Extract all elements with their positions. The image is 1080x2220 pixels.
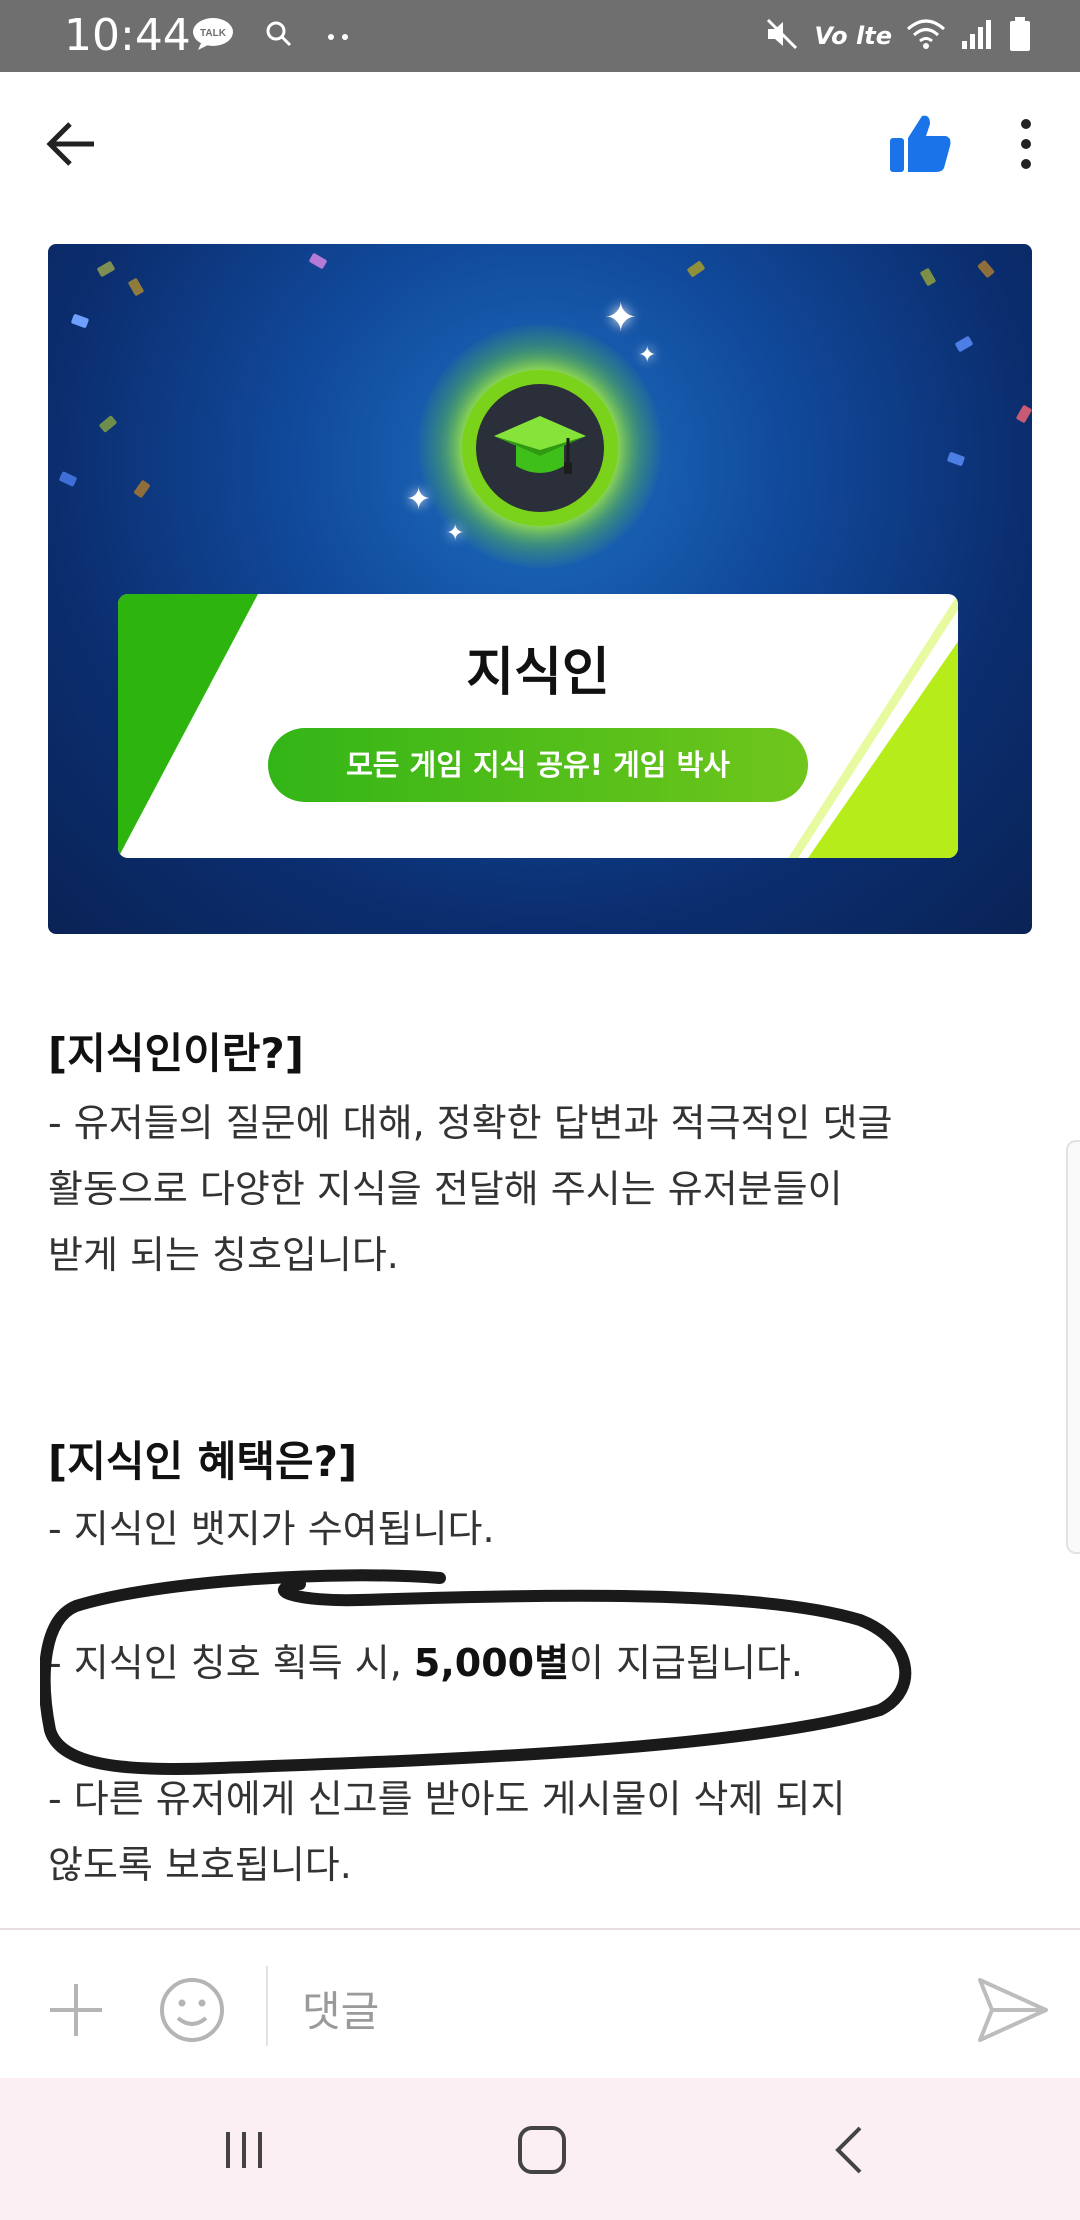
banner-subtitle: 모든 게임 지식 공유! 게임 박사 [268, 728, 808, 802]
system-back-button[interactable] [822, 2122, 878, 2178]
status-time: 10:44 [64, 10, 191, 61]
battery-icon [1008, 16, 1032, 56]
thumbs-up-icon [890, 115, 951, 172]
more-vertical-icon [1021, 119, 1031, 169]
send-icon [978, 1978, 1048, 2042]
wifi-icon [906, 17, 946, 55]
body-line: 받게 되는 칭호입니다. [48, 1233, 399, 1277]
back-icon [835, 2126, 862, 2174]
comment-input[interactable] [300, 1970, 944, 2052]
body-line: - 유저들의 질문에 대해, 정확한 답변과 적극적인 댓글 [48, 1101, 893, 1145]
section-heading: [지식인 혜택은?] [48, 1437, 358, 1486]
mute-icon [764, 16, 800, 56]
graduation-cap-icon [488, 394, 592, 498]
svg-text:TALK: TALK [200, 28, 227, 39]
notification-icons: TALK [192, 16, 354, 56]
more-options-button[interactable] [1004, 112, 1048, 176]
more-dots-icon [324, 27, 354, 46]
section-heading: [지식인이란?] [48, 1029, 304, 1078]
app-bar [0, 72, 1080, 216]
kakaotalk-icon: TALK [192, 17, 234, 55]
side-scroll-handle[interactable] [1066, 1140, 1080, 1554]
body-line: 활동으로 다양한 지식을 전달해 주시는 유저분들이 [48, 1167, 843, 1211]
banner-title: 지식인 [466, 643, 610, 703]
section-body: - 유저들의 질문에 대해, 정확한 답변과 적극적인 댓글 활동으로 다양한 … [48, 1090, 1008, 1288]
system-nav-bar [0, 2078, 1080, 2220]
title-banner: ✦ ✦ ✦ ✦ 지식인 모든 게임 지식 공유! 게임 박사 [48, 244, 1032, 934]
comment-bar [0, 1928, 1080, 2080]
home-button[interactable] [514, 2122, 570, 2178]
comment-divider [266, 1966, 268, 2046]
back-button[interactable] [40, 112, 104, 176]
status-right-icons: Vo lte [764, 14, 1032, 58]
recent-apps-icon [226, 2132, 262, 2168]
plus-icon [50, 1984, 102, 2036]
attach-button[interactable] [44, 1978, 108, 2042]
home-icon [518, 2126, 566, 2174]
arrow-left-icon [46, 122, 94, 166]
recent-apps-button[interactable] [216, 2122, 272, 2178]
hand-drawn-circle-annotation [40, 1569, 912, 1775]
send-button[interactable] [972, 1970, 1052, 2050]
status-bar: 10:44 TALK Vo lte [0, 0, 1080, 72]
benefit-line: - 다른 유저에게 신고를 받아도 게시물이 삭제 되지 않도록 보호됩니다. [48, 1766, 1008, 1898]
title-card: 지식인 모든 게임 지식 공유! 게임 박사 [118, 594, 958, 858]
search-icon [264, 19, 294, 53]
signal-icon [960, 17, 994, 55]
emoji-button[interactable] [156, 1974, 228, 2046]
body-line: 않도록 보호됩니다. [48, 1843, 352, 1887]
benefit-line: - 지식인 뱃지가 수여됩니다. [48, 1507, 495, 1551]
volte-icon: Vo lte [814, 22, 892, 50]
emoji-icon [160, 1978, 224, 2042]
like-button[interactable] [884, 108, 956, 180]
